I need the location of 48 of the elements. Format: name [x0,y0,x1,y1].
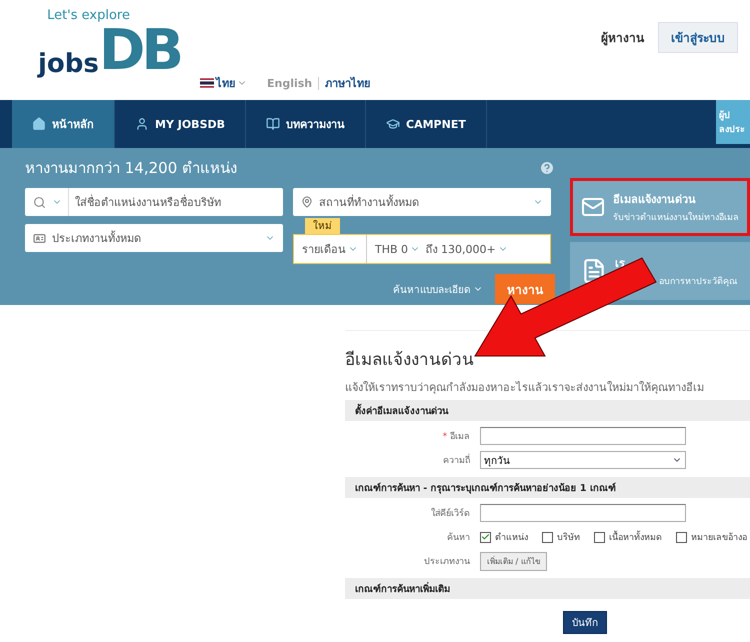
form-title: อีเมลแจ้งงานด่วน [345,349,475,372]
home-icon [32,117,46,131]
field-label: ใส่คีย์เวิร์ด [430,506,470,520]
field-label: ประเภทงาน [423,556,470,568]
flag-icon [200,78,214,88]
map-pin-icon [301,196,313,208]
job-seeker-link[interactable]: ผู้หางาน [601,28,644,47]
new-badge: ใหม่ [305,218,340,234]
checkbox-label: หมายเลขอ้างอ [691,532,747,544]
checkbox-label: ตำแหน่ง [495,532,528,544]
card-title: เร [615,256,626,272]
section-header: เกณฑ์การค้นหาเพิ่มเติม [345,578,750,599]
card-title: อีเมลแจ้งงานด่วน [613,192,697,208]
field-label: ค้นหา [446,532,470,544]
search-icon [33,196,46,208]
field-label: ความถี่ [345,453,470,467]
section-header: ตั้งค่าอีเมลแจ้งงานด่วน [345,400,750,421]
card-subtitle: อบการหาประวัติคุณ [659,276,737,288]
text-field[interactable] [480,427,686,445]
book-icon [266,117,280,131]
id-card-icon [33,232,46,244]
login-button[interactable]: เข้าสู่ระบบ [658,22,738,53]
text-field[interactable] [480,504,686,522]
section-header: เกณฑ์การค้นหา - กรุณาระบุเกณฑ์การค้นหาอย่างน้อย 1 เกณฑ์ [345,477,750,498]
graduation-cap-icon [386,117,400,131]
select-field[interactable]: ทุกวัน [480,451,686,469]
edit-button[interactable]: เพิ่มเติม / แก้ไข [480,552,547,570]
checkbox-label: บริษัท [557,532,580,544]
card-subtitle: รับข่าวตำแหน่งงานใหม่ทางอีเมล [613,210,739,224]
salary-field[interactable]: รายเดือน THB 0 ถึง 130,000+ [293,234,551,264]
checkbox-label: เนื้อหาทั้งหมด [609,530,662,544]
location-dropdown[interactable]: สถานที่ทำงานทั้งหมด [293,188,551,216]
checkbox[interactable] [480,532,491,542]
search-heading: หางานมากกว่า 14,200 ตำแหน่ง [25,158,238,179]
checkbox[interactable] [594,532,605,542]
field-label: * อีเมล [442,430,470,443]
keyword-field[interactable]: ใส่ชื่อตำแหน่งงานหรือชื่อบริษัท [25,188,283,216]
check-icon [481,532,490,542]
logo[interactable]: Let's explore jobs DB [20,8,180,100]
nav-tab[interactable]: หน้าหลัก [12,100,115,148]
checkbox[interactable] [542,532,553,542]
user-icon [135,117,149,131]
save-button[interactable]: บันทึก [563,611,607,634]
language-link[interactable]: ภาษาไทย [325,74,376,92]
form-description: แจ้งให้เราทราบว่าคุณกำลังมองหาอะไรแล้วเราจะส่งงานใหม่มาให้คุณทางอีเม [345,380,705,396]
job-type-dropdown[interactable]: ประเภทงานทั้งหมด [25,224,283,252]
checkbox[interactable] [676,532,687,542]
language-dropdown[interactable]: ไทย [200,74,247,92]
